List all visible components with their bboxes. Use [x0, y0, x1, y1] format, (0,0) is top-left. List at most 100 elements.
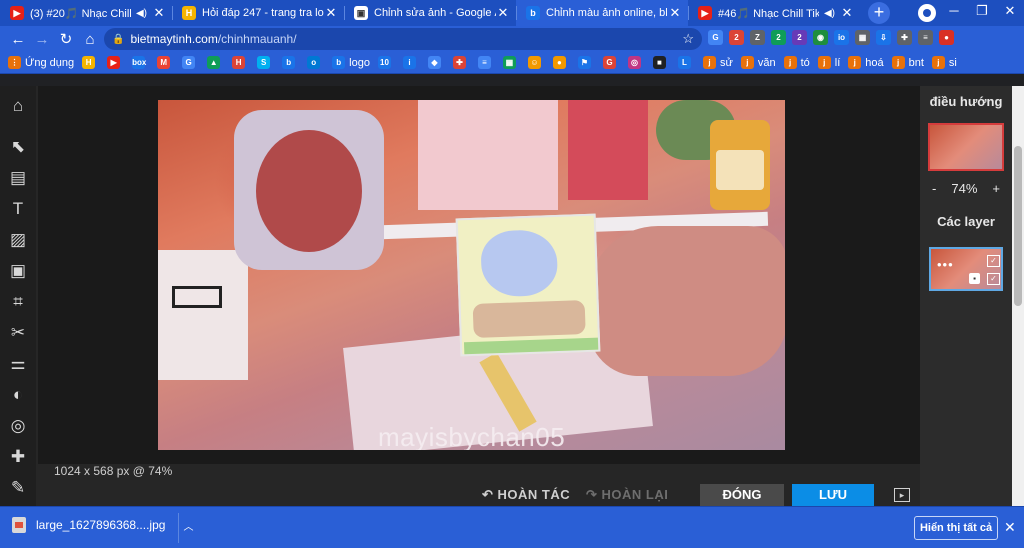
- bookmark-item[interactable]: j bnt: [891, 56, 924, 69]
- back-icon[interactable]: ←: [6, 31, 30, 48]
- bookmark-item[interactable]: o: [307, 56, 324, 69]
- bookmark-item[interactable]: 10: [377, 56, 395, 69]
- bookmark-item[interactable]: ☺: [527, 56, 545, 69]
- show-all-button[interactable]: Hiển thị tất cả: [914, 516, 998, 540]
- close-tab-icon[interactable]: ✕: [152, 5, 166, 21]
- speaker-icon[interactable]: ◀): [136, 8, 147, 19]
- close-tab-icon[interactable]: ✕: [324, 5, 338, 21]
- lock-icon[interactable]: 🔒: [112, 34, 124, 45]
- navigator-thumbnail[interactable]: [928, 123, 1004, 171]
- bookmark-item[interactable]: H: [232, 56, 249, 69]
- bookmark-item[interactable]: G: [602, 56, 620, 69]
- home-button-icon[interactable]: ⌂: [78, 31, 102, 48]
- minimize-icon[interactable]: ─: [940, 0, 968, 22]
- tab-4[interactable]: ▶ #46🎵 Nhạc Chill TikTok 🎵 ◀) ✕: [688, 0, 860, 26]
- scissors-icon[interactable]: ✂: [0, 317, 36, 348]
- redo-button[interactable]: ↷ HOÀN LẠI: [586, 487, 668, 503]
- save-button[interactable]: LƯU: [792, 484, 874, 506]
- maximize-icon[interactable]: ❐: [968, 0, 996, 22]
- zoom-out-button[interactable]: -: [932, 181, 936, 196]
- scrollbar-thumb[interactable]: [1014, 146, 1022, 306]
- c2-ext-icon[interactable]: 2: [771, 30, 786, 45]
- close-icon[interactable]: ✕: [1004, 519, 1016, 536]
- bookmark-item[interactable]: ⚑: [577, 56, 595, 69]
- contrast-icon[interactable]: ◐: [0, 379, 36, 410]
- bookmark-item[interactable]: ◆: [427, 56, 445, 69]
- bookmark-item[interactable]: ≡: [477, 56, 495, 69]
- io-ext-icon[interactable]: io: [834, 30, 849, 45]
- address-bar[interactable]: 🔒 bietmaytinh.com /chinhmauanh/ ☆: [104, 28, 702, 50]
- bookmark-item[interactable]: L: [677, 56, 695, 69]
- bookmark-item[interactable]: ✚: [452, 56, 470, 69]
- sliders-icon[interactable]: ⚌: [0, 348, 36, 379]
- bookmark-item[interactable]: j lí: [817, 56, 840, 69]
- bookmark-star-icon[interactable]: ☆: [682, 31, 694, 47]
- bookmark-item[interactable]: ▦: [502, 56, 520, 69]
- dl-ext-icon[interactable]: ⇩: [876, 30, 891, 45]
- tab-1[interactable]: H Hỏi đáp 247 - trang tra loi ✕: [172, 0, 344, 26]
- bookmark-item[interactable]: ▲: [207, 56, 224, 69]
- avatar-ext-icon[interactable]: ●: [939, 30, 954, 45]
- bookmark-item[interactable]: b: [282, 56, 299, 69]
- bookmark-item[interactable]: j sử: [702, 56, 733, 69]
- translate-ext-icon[interactable]: G: [708, 30, 723, 45]
- c2b-ext-icon[interactable]: 2: [792, 30, 807, 45]
- layer-menu-icon[interactable]: •••: [937, 257, 954, 272]
- z-ext-icon[interactable]: Z: [750, 30, 765, 45]
- undo-button[interactable]: ↶ HOÀN TÁC: [482, 487, 570, 503]
- hatch-icon[interactable]: ▨: [0, 224, 36, 255]
- layer-item[interactable]: ••• ▪ ✓ ✓: [929, 247, 1003, 291]
- eye-ext-icon[interactable]: ◉: [813, 30, 828, 45]
- bookmark-item[interactable]: ⋮ Ứng dụng: [8, 56, 74, 69]
- lock-icon[interactable]: ▪: [969, 273, 980, 284]
- bookmark-item[interactable]: box: [132, 56, 149, 69]
- bookmark-item[interactable]: j tó: [783, 56, 810, 69]
- edited-photo[interactable]: mayisbychan05: [158, 100, 785, 450]
- reload-icon[interactable]: ↻: [54, 30, 78, 48]
- bookmark-item[interactable]: ■: [652, 56, 670, 69]
- download-item[interactable]: large_1627896368....jpg ︿: [12, 517, 193, 533]
- crop-icon[interactable]: ⌗: [0, 286, 36, 317]
- layout-icon[interactable]: ▤: [0, 162, 36, 193]
- close-tab-icon[interactable]: ✕: [668, 5, 682, 21]
- puzzle-ext-icon[interactable]: ✚: [897, 30, 912, 45]
- copy-ext-icon[interactable]: ▦: [855, 30, 870, 45]
- home-icon[interactable]: ⌂: [0, 90, 36, 121]
- close-tab-icon[interactable]: ✕: [496, 5, 510, 21]
- tab-2[interactable]: ▣ Chỉnh sửa ảnh - Google Ảnh✕: [344, 0, 516, 26]
- bookmark-item[interactable]: j hoá: [848, 56, 884, 69]
- bookmark-item[interactable]: S: [257, 56, 274, 69]
- bookmark-item[interactable]: j văn: [740, 56, 776, 69]
- close-window-icon[interactable]: ✕: [996, 0, 1024, 22]
- bookmark-item[interactable]: M: [157, 56, 174, 69]
- text-icon[interactable]: T: [0, 193, 36, 224]
- select-arrow-icon[interactable]: ⬉: [0, 131, 36, 162]
- zoom-in-button[interactable]: +: [992, 181, 1000, 196]
- close-button[interactable]: ĐÓNG: [700, 484, 784, 506]
- bookmark-item[interactable]: ▶: [107, 56, 124, 69]
- image-icon[interactable]: ▣: [0, 255, 36, 286]
- collapse-panel-icon[interactable]: ▸: [894, 488, 910, 502]
- brush-icon[interactable]: ✎: [0, 472, 36, 503]
- bandage-icon[interactable]: ✚: [0, 441, 36, 472]
- bookmark-item[interactable]: b logo: [332, 56, 370, 69]
- forward-icon[interactable]: →: [30, 31, 54, 48]
- layer-visibility-icon[interactable]: ✓: [987, 255, 1000, 267]
- canvas-area[interactable]: mayisbychan05: [38, 86, 920, 464]
- page-scrollbar[interactable]: [1012, 86, 1024, 506]
- close-tab-icon[interactable]: ✕: [840, 5, 854, 21]
- tab-0[interactable]: ▶ (3) #20🎵 Nhạc Chill TikTok ◀) ✕: [0, 0, 172, 26]
- new-tab-button[interactable]: +: [868, 2, 890, 24]
- bookmark-item[interactable]: ●: [552, 56, 570, 69]
- chevron-up-icon[interactable]: ︿: [183, 518, 193, 533]
- bookmark-item[interactable]: ◎: [627, 56, 645, 69]
- bookmark-item[interactable]: i: [402, 56, 420, 69]
- layer-select-icon[interactable]: ✓: [987, 273, 1000, 285]
- bookmark-item[interactable]: H: [82, 56, 99, 69]
- profile-icon[interactable]: [918, 4, 936, 22]
- list-ext-icon[interactable]: ≡: [918, 30, 933, 45]
- tab-3[interactable]: b Chỉnh màu ảnh online, blend ả✕: [516, 0, 688, 26]
- bookmark-item[interactable]: G: [182, 56, 199, 69]
- speaker-icon[interactable]: ◀): [824, 8, 835, 19]
- bookmark-item[interactable]: j si: [931, 56, 957, 69]
